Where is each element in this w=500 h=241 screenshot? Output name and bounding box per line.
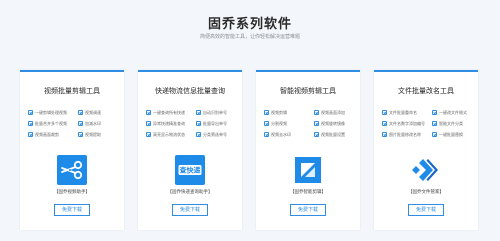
product-card-smart-edit: 智能视频剪辑工具 视频剪辑 视频画面添加 分割视频 视频旋转镜像 视频去水印 视…	[256, 70, 360, 230]
file-manager-icon	[412, 159, 438, 181]
feature-item: 加减水印	[78, 121, 124, 130]
feature-item: 一键批量替换	[432, 132, 478, 141]
feature-item: 批量导出单号	[196, 121, 242, 130]
check-icon	[264, 121, 269, 126]
check-icon	[382, 132, 387, 137]
feature-item: 视频调速	[78, 110, 124, 119]
check-icon	[78, 110, 83, 115]
check-icon	[28, 110, 33, 115]
check-icon	[264, 110, 269, 115]
svg-text:查快递: 查快递	[180, 166, 202, 175]
check-icon	[196, 110, 201, 115]
feature-item: 图片批量修改名称	[382, 132, 428, 141]
product-name: 【固乔视频助手】	[54, 189, 90, 194]
product-name: 【固乔快递查询助手】	[167, 189, 213, 194]
product-name: 【固乔智能剪辑】	[290, 189, 326, 194]
check-icon	[314, 121, 319, 126]
feature-item: 智能文件分类	[432, 121, 478, 130]
feature-item: 文件名数字添加编号	[382, 121, 428, 130]
check-icon	[196, 132, 201, 137]
check-icon	[314, 132, 319, 137]
page-title: 固乔系列软件	[207, 16, 292, 31]
page-subtitle: 简便高效的智能工具，让你轻松解决运营难题	[199, 34, 300, 40]
check-icon	[196, 121, 201, 126]
check-icon	[432, 110, 437, 115]
check-icon	[78, 132, 83, 137]
check-icon	[264, 132, 269, 137]
scissors-icon	[57, 155, 87, 185]
feature-item: 视频画面添加	[314, 110, 360, 119]
feature-item: 高亮显示物流状态	[146, 132, 192, 141]
check-icon	[432, 121, 437, 126]
free-download-button[interactable]: 免费下载	[408, 204, 444, 216]
feature-item: 视频剪辑	[264, 110, 310, 119]
feature-item: 一键改文件格式	[432, 110, 478, 119]
feature-item: 一键查询所有快递	[146, 110, 192, 119]
check-icon	[432, 132, 437, 137]
product-card-express-query: 快递物流信息批量查询 一键查询所有快递 自动识别单号 异常快递精准查询 批量导出…	[138, 70, 242, 230]
feature-item: 批量合并多个视频	[28, 121, 74, 130]
feature-item: 文件批量重命名	[382, 110, 428, 119]
feature-item: 视频批量设置	[314, 132, 360, 141]
express-query-icon: 查快递	[175, 155, 205, 185]
free-download-button[interactable]: 免费下载	[172, 204, 208, 216]
feature-item: 视频去水印	[264, 132, 310, 141]
product-card-video-batch: 视频批量剪辑工具 一键剪辑处理视频 视频调速 批量合并多个视频 加减水印 视频画…	[20, 70, 124, 230]
check-icon	[382, 121, 387, 126]
feature-item: 一键剪辑处理视频	[28, 110, 74, 119]
check-icon	[314, 110, 319, 115]
page-header: 固乔系列软件 简便高效的智能工具，让你轻松解决运营难题	[0, 0, 500, 58]
check-icon	[146, 121, 151, 126]
card-title: 智能视频剪辑工具	[280, 88, 336, 95]
smart-edit-icon	[293, 155, 323, 185]
check-icon	[28, 121, 33, 126]
feature-item: 分类筛选单号	[196, 132, 242, 141]
check-icon	[382, 110, 387, 115]
feature-item: 分割视频	[264, 121, 310, 130]
product-name: 【固乔文件管家】	[408, 189, 444, 194]
free-download-button[interactable]: 免费下载	[290, 204, 326, 216]
feature-item: 视频旋转镜像	[314, 121, 360, 130]
check-icon	[146, 132, 151, 137]
feature-item: 视频画面裁剪	[28, 132, 74, 141]
feature-item: 自动识别单号	[196, 110, 242, 119]
card-title: 快递物流信息批量查询	[155, 88, 225, 95]
card-title: 视频批量剪辑工具	[44, 88, 100, 95]
product-cards: 视频批量剪辑工具 一键剪辑处理视频 视频调速 批量合并多个视频 加减水印 视频画…	[20, 70, 480, 230]
feature-item: 视频提取	[78, 132, 124, 141]
check-icon	[146, 110, 151, 115]
feature-item: 异常快递精准查询	[146, 121, 192, 130]
check-icon	[78, 121, 83, 126]
check-icon	[28, 132, 33, 137]
card-title: 文件批量改名工具	[398, 88, 454, 95]
free-download-button[interactable]: 免费下载	[54, 204, 90, 216]
product-card-file-rename: 文件批量改名工具 文件批量重命名 一键改文件格式 文件名数字添加编号 智能文件分…	[374, 70, 478, 230]
